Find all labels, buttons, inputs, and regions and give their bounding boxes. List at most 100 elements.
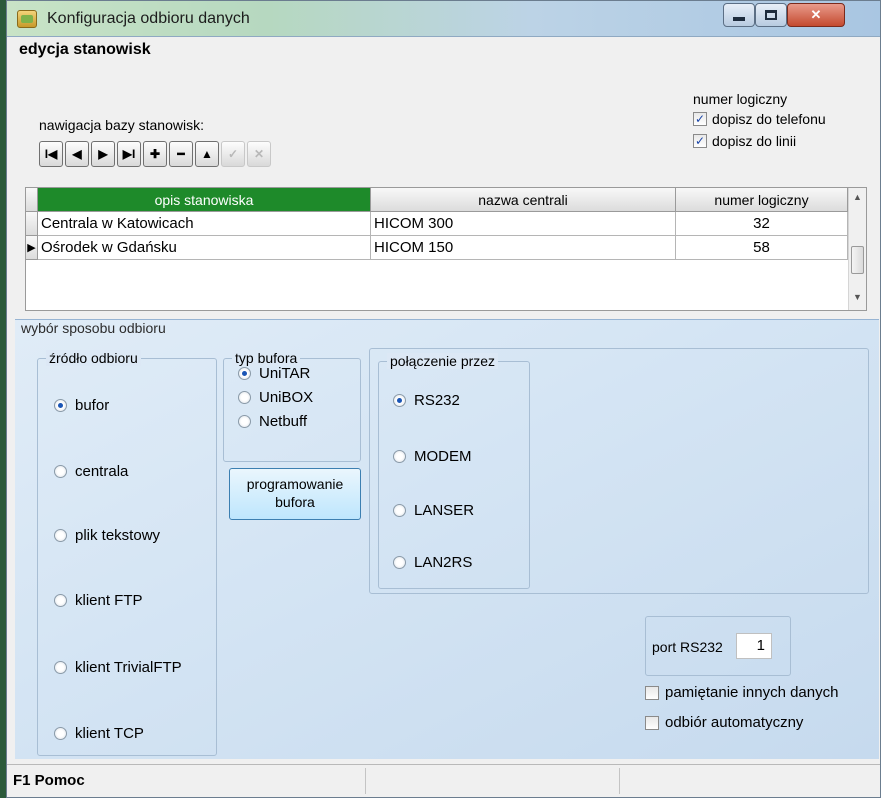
button-label-line2: bufora	[275, 494, 315, 510]
dopisz-telefon-label: dopisz do telefonu	[712, 111, 826, 127]
maximize-button[interactable]	[755, 3, 787, 27]
cancel-record-icon[interactable]: ✕	[247, 141, 271, 167]
grid-vertical-scrollbar[interactable]: ▲ ▼	[848, 188, 866, 310]
checkbox-empty-icon	[645, 715, 659, 730]
radio-label: LAN2RS	[414, 554, 473, 571]
insert-record-icon[interactable]: ✚	[143, 141, 167, 167]
checkmark-icon: ✓	[693, 112, 707, 126]
prior-record-icon[interactable]: ◀	[65, 141, 89, 167]
radio-klient-tcp[interactable]: klient TCP	[54, 725, 144, 742]
dopisz-telefon-checkbox[interactable]: ✓ dopisz do telefonu	[693, 111, 826, 127]
radio-label: plik tekstowy	[75, 527, 161, 544]
table-row[interactable]: ▶ Ośrodek w Gdańsku HICOM 150 58	[26, 236, 848, 260]
post-record-icon[interactable]: ✓	[221, 141, 245, 167]
port-rs232-group: port RS232 1	[645, 616, 791, 676]
radio-icon	[393, 450, 406, 463]
cell-numer[interactable]: 32	[676, 212, 848, 236]
radio-icon	[238, 415, 251, 428]
radio-klient-ftp[interactable]: klient FTP	[54, 592, 143, 609]
radio-selected-icon	[54, 399, 67, 412]
checkbox-empty-icon	[645, 685, 659, 700]
scroll-up-icon[interactable]: ▲	[849, 192, 866, 209]
radio-plik-tekstowy[interactable]: plik tekstowy	[54, 527, 160, 544]
port-rs232-input[interactable]: 1	[736, 633, 772, 659]
scroll-thumb[interactable]	[851, 246, 864, 274]
scroll-down-icon[interactable]: ▼	[849, 292, 866, 309]
radio-icon	[238, 391, 251, 404]
numer-logiczny-title: numer logiczny	[693, 91, 788, 107]
cell-opis[interactable]: Centrala w Katowicach	[38, 212, 371, 236]
close-icon: ✕	[810, 7, 822, 22]
column-header-centrala[interactable]: nazwa centrali	[371, 188, 676, 212]
polaczenie-title: połączenie przez	[387, 353, 499, 369]
grid-header: opis stanowiska nazwa centrali numer log…	[26, 188, 848, 212]
status-bar: F1 Pomoc	[7, 764, 880, 797]
main-window: Konfiguracja odbioru danych ✕ edycja sta…	[6, 0, 881, 798]
automatyczny-label: odbiór automatyczny	[665, 714, 804, 731]
db-navigator: I◀ ◀ ▶ ▶I ✚ ━ ▲ ✓ ✕	[39, 141, 271, 169]
radio-label: centrala	[75, 463, 129, 480]
column-header-numer[interactable]: numer logiczny	[676, 188, 848, 212]
radio-label: UniBOX	[259, 389, 314, 406]
maximize-icon	[765, 10, 777, 20]
zrodlo-title: źródło odbioru	[46, 350, 141, 366]
title-bar[interactable]: Konfiguracja odbioru danych ✕	[7, 1, 880, 37]
table-row[interactable]: Centrala w Katowicach HICOM 300 32	[26, 212, 848, 236]
last-record-icon[interactable]: ▶I	[117, 141, 141, 167]
close-button[interactable]: ✕	[787, 3, 845, 27]
radio-icon	[393, 504, 406, 517]
radio-icon	[54, 465, 67, 478]
row-indicator	[26, 212, 38, 236]
edit-record-icon[interactable]: ▲	[195, 141, 219, 167]
minimize-button[interactable]	[723, 3, 755, 27]
navigation-label: nawigacja bazy stanowisk:	[39, 117, 204, 133]
cell-opis[interactable]: Ośrodek w Gdańsku	[38, 236, 371, 260]
numer-logiczny-group: numer logiczny ✓ dopisz do telefonu ✓ do…	[689, 91, 859, 171]
polaczenie-outer-group: połączenie przez RS232 MODEM LANSER LAN2…	[369, 348, 869, 594]
radio-lan2rs[interactable]: LAN2RS	[393, 554, 472, 571]
polaczenie-przez-group: połączenie przez RS232 MODEM LANSER LAN2…	[378, 353, 530, 589]
dopisz-linia-label: dopisz do linii	[712, 133, 797, 149]
column-header-opis[interactable]: opis stanowiska	[38, 188, 371, 212]
wybor-sposobu-odbioru-panel: wybór sposobu odbioru źródło odbioru buf…	[15, 319, 879, 759]
wybor-title: wybór sposobu odbioru	[21, 320, 166, 336]
radio-label: bufor	[75, 397, 110, 414]
first-record-icon[interactable]: I◀	[39, 141, 63, 167]
cell-centrala[interactable]: HICOM 300	[371, 212, 676, 236]
radio-modem[interactable]: MODEM	[393, 448, 472, 465]
radio-label: klient FTP	[75, 592, 143, 609]
cell-numer[interactable]: 58	[676, 236, 848, 260]
stanowiska-grid[interactable]: opis stanowiska nazwa centrali numer log…	[25, 187, 867, 311]
radio-icon	[54, 529, 67, 542]
radio-selected-icon	[393, 394, 406, 407]
radio-label: LANSER	[414, 502, 475, 519]
radio-unitar[interactable]: UniTAR	[238, 365, 310, 382]
radio-label: klient TCP	[75, 725, 144, 742]
programowanie-bufora-button[interactable]: programowanie bufora	[229, 468, 361, 520]
radio-label: MODEM	[414, 448, 472, 465]
delete-record-icon[interactable]: ━	[169, 141, 193, 167]
radio-icon	[54, 661, 67, 674]
header-indicator	[26, 188, 38, 212]
radio-rs232[interactable]: RS232	[393, 392, 460, 409]
radio-centrala[interactable]: centrala	[54, 463, 128, 480]
cell-centrala[interactable]: HICOM 150	[371, 236, 676, 260]
radio-bufor[interactable]: bufor	[54, 397, 109, 414]
radio-icon	[54, 594, 67, 607]
radio-unibox[interactable]: UniBOX	[238, 389, 313, 406]
dopisz-linia-checkbox[interactable]: ✓ dopisz do linii	[693, 133, 796, 149]
pamietanie-label: pamiętanie innych danych	[665, 684, 839, 701]
radio-netbuff[interactable]: Netbuff	[238, 413, 307, 430]
port-rs232-label: port RS232	[652, 639, 723, 655]
radio-lanser[interactable]: LANSER	[393, 502, 474, 519]
next-record-icon[interactable]: ▶	[91, 141, 115, 167]
radio-selected-icon	[238, 367, 251, 380]
pamietanie-checkbox[interactable]: pamiętanie innych danych	[645, 684, 838, 701]
zrodlo-odbioru-group: źródło odbioru bufor centrala plik tekst…	[37, 350, 217, 756]
radio-label: Netbuff	[259, 413, 308, 430]
automatyczny-checkbox[interactable]: odbiór automatyczny	[645, 714, 803, 731]
status-help-text: F1 Pomoc	[13, 772, 85, 789]
button-label-line1: programowanie	[246, 476, 344, 492]
section-title: edycja stanowisk	[19, 41, 151, 58]
radio-klient-trivialftp[interactable]: klient TrivialFTP	[54, 659, 182, 676]
